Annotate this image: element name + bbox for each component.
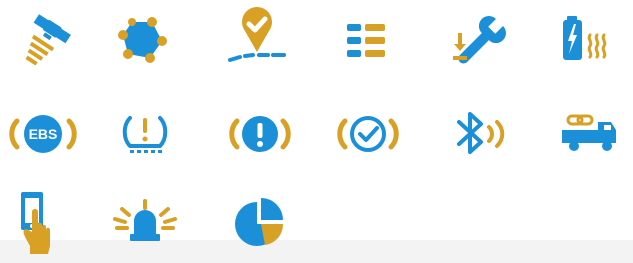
list-icon [327, 4, 405, 82]
bottom-band [0, 240, 633, 263]
ebs-label: EBS [29, 126, 58, 142]
tire-pressure-warning-icon [106, 94, 184, 172]
battery-heat-icon [552, 4, 630, 82]
geofence-polygon-icon [104, 4, 182, 82]
route-checkpoint-icon [218, 4, 296, 82]
icon-sheet: EBS [0, 0, 633, 263]
check-alert-icon [329, 94, 407, 172]
touchscreen-hand-icon [4, 184, 82, 262]
truck-trailer-link-icon [552, 94, 630, 172]
wrench-download-icon [440, 4, 518, 82]
ebs-warning-icon: EBS [4, 94, 82, 172]
pie-chart-icon [221, 184, 299, 262]
satellite-icon [4, 4, 82, 82]
bluetooth-icon [440, 94, 518, 172]
beacon-light-icon [106, 184, 184, 262]
exclamation-alert-icon [221, 94, 299, 172]
